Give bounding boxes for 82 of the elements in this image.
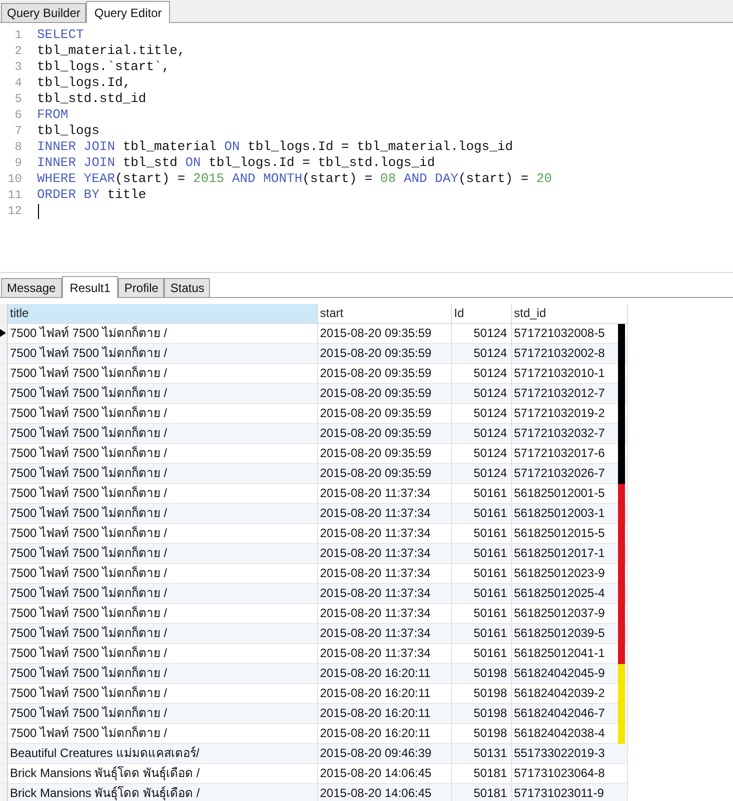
- table-cell: 50124: [452, 384, 512, 404]
- table-cell: 2015-08-20 09:35:59: [318, 344, 452, 364]
- table-cell: 7500 ไฟลท์ 7500 ไม่ตกก็ตาย /: [8, 704, 318, 724]
- table-cell: 571721032002-8: [512, 344, 628, 364]
- table-cell: 50198: [452, 704, 512, 724]
- table-cell: Brick Mansions พันธุ์โดด พันธุ์เดือด /: [8, 784, 318, 801]
- line-number: 1: [14, 27, 22, 43]
- table-cell: 561825012039-5: [512, 624, 628, 644]
- row-header[interactable]: [0, 324, 8, 344]
- table-cell: Beautiful Creatures แม่มดแคสเตอร์/: [8, 744, 318, 764]
- table-cell: 2015-08-20 11:37:34: [318, 544, 452, 564]
- table-cell: 561825012017-1: [512, 544, 628, 564]
- table-cell: 50161: [452, 544, 512, 564]
- table-cell: 571721032026-7: [512, 464, 628, 484]
- table-cell: 50181: [452, 784, 512, 801]
- line-number: 10: [6, 171, 22, 187]
- table-cell: 2015-08-20 09:46:39: [318, 744, 452, 764]
- column-header[interactable]: start: [318, 304, 452, 324]
- table-cell: 561825012025-4: [512, 584, 628, 604]
- table-cell: 7500 ไฟลท์ 7500 ไม่ตกก็ตาย /: [8, 664, 318, 684]
- tab[interactable]: Message: [1, 278, 62, 297]
- line-number: 2: [14, 43, 22, 59]
- table-cell: 561825012003-1: [512, 504, 628, 524]
- code-line: SELECT: [37, 27, 84, 43]
- table-cell: 2015-08-20 09:35:59: [318, 464, 452, 484]
- line-number: 8: [14, 139, 22, 155]
- table-cell: 50161: [452, 624, 512, 644]
- line-number: 5: [14, 91, 22, 107]
- line-number: 4: [14, 75, 22, 91]
- column-header[interactable]: Id: [452, 304, 512, 324]
- table-cell: 2015-08-20 09:35:59: [318, 384, 452, 404]
- line-number: 7: [14, 123, 22, 139]
- table-cell: 571721032012-7: [512, 384, 628, 404]
- code-line: tbl_material.title,: [37, 43, 186, 59]
- tab[interactable]: Status: [164, 278, 210, 297]
- table-cell: 50124: [452, 344, 512, 364]
- line-number: 3: [14, 59, 22, 75]
- table-cell: 7500 ไฟลท์ 7500 ไม่ตกก็ตาย /: [8, 624, 318, 644]
- table-cell: 7500 ไฟลท์ 7500 ไม่ตกก็ตาย /: [8, 544, 318, 564]
- tab[interactable]: Profile: [118, 278, 164, 297]
- code-line: tbl_logs.Id,: [37, 75, 131, 91]
- code-line: tbl_logs.`start`,: [37, 59, 170, 75]
- table-cell: 561824042045-9: [512, 664, 628, 684]
- table-cell: 50198: [452, 664, 512, 684]
- code-line: INNER JOIN tbl_std ON tbl_logs.Id = tbl_std.logs_id: [37, 155, 435, 171]
- table-cell: 50161: [452, 504, 512, 524]
- column-header[interactable]: title: [8, 304, 318, 324]
- code-line: INNER JOIN tbl_material ON tbl_logs.Id = tbl_material.logs_id: [37, 139, 513, 155]
- table-cell: 7500 ไฟลท์ 7500 ไม่ตกก็ตาย /: [8, 584, 318, 604]
- table-cell: 2015-08-20 11:37:34: [318, 624, 452, 644]
- code-line: WHERE YEAR(start) = 2015 AND MONTH(start) = 08 AND DAY(start) = 20: [37, 171, 552, 187]
- table-cell: 50131: [452, 744, 512, 764]
- table-cell: 50124: [452, 464, 512, 484]
- tab[interactable]: Query Builder: [1, 3, 86, 22]
- line-number: 6: [14, 107, 22, 123]
- table-cell: 2015-08-20 11:37:34: [318, 584, 452, 604]
- table-cell: 2015-08-20 16:20:11: [318, 664, 452, 684]
- table-cell: 571731023011-9: [512, 784, 628, 801]
- code-line: tbl_std.std_id: [37, 91, 146, 107]
- table-cell: 561824042046-7: [512, 704, 628, 724]
- table-cell: 50161: [452, 584, 512, 604]
- table-cell: 571721032032-7: [512, 424, 628, 444]
- code-line: ORDER BY title: [37, 187, 146, 203]
- table-cell: 7500 ไฟลท์ 7500 ไม่ตกก็ตาย /: [8, 424, 318, 444]
- code-line: tbl_logs: [37, 123, 100, 139]
- tab[interactable]: Query Editor: [86, 1, 170, 23]
- table-cell: 551733022019-3: [512, 744, 628, 764]
- table-cell: 7500 ไฟลท์ 7500 ไม่ตกก็ตาย /: [8, 384, 318, 404]
- code-line: FROM: [37, 107, 68, 123]
- table-cell: 50124: [452, 424, 512, 444]
- line-number: 11: [6, 187, 22, 203]
- line-number: 9: [14, 155, 22, 171]
- table-cell: 7500 ไฟลท์ 7500 ไม่ตกก็ตาย /: [8, 464, 318, 484]
- table-cell: 2015-08-20 09:35:59: [318, 424, 452, 444]
- table-cell: 2015-08-20 11:37:34: [318, 504, 452, 524]
- line-number: 12: [6, 203, 22, 219]
- table-cell: 7500 ไฟลท์ 7500 ไม่ตกก็ตาย /: [8, 344, 318, 364]
- table-cell: 2015-08-20 14:06:45: [318, 784, 452, 801]
- table-cell: 7500 ไฟลท์ 7500 ไม่ตกก็ตาย /: [8, 504, 318, 524]
- column-header[interactable]: std_id: [512, 304, 628, 324]
- tab[interactable]: Result1: [62, 276, 118, 298]
- table-cell: 2015-08-20 16:20:11: [318, 704, 452, 724]
